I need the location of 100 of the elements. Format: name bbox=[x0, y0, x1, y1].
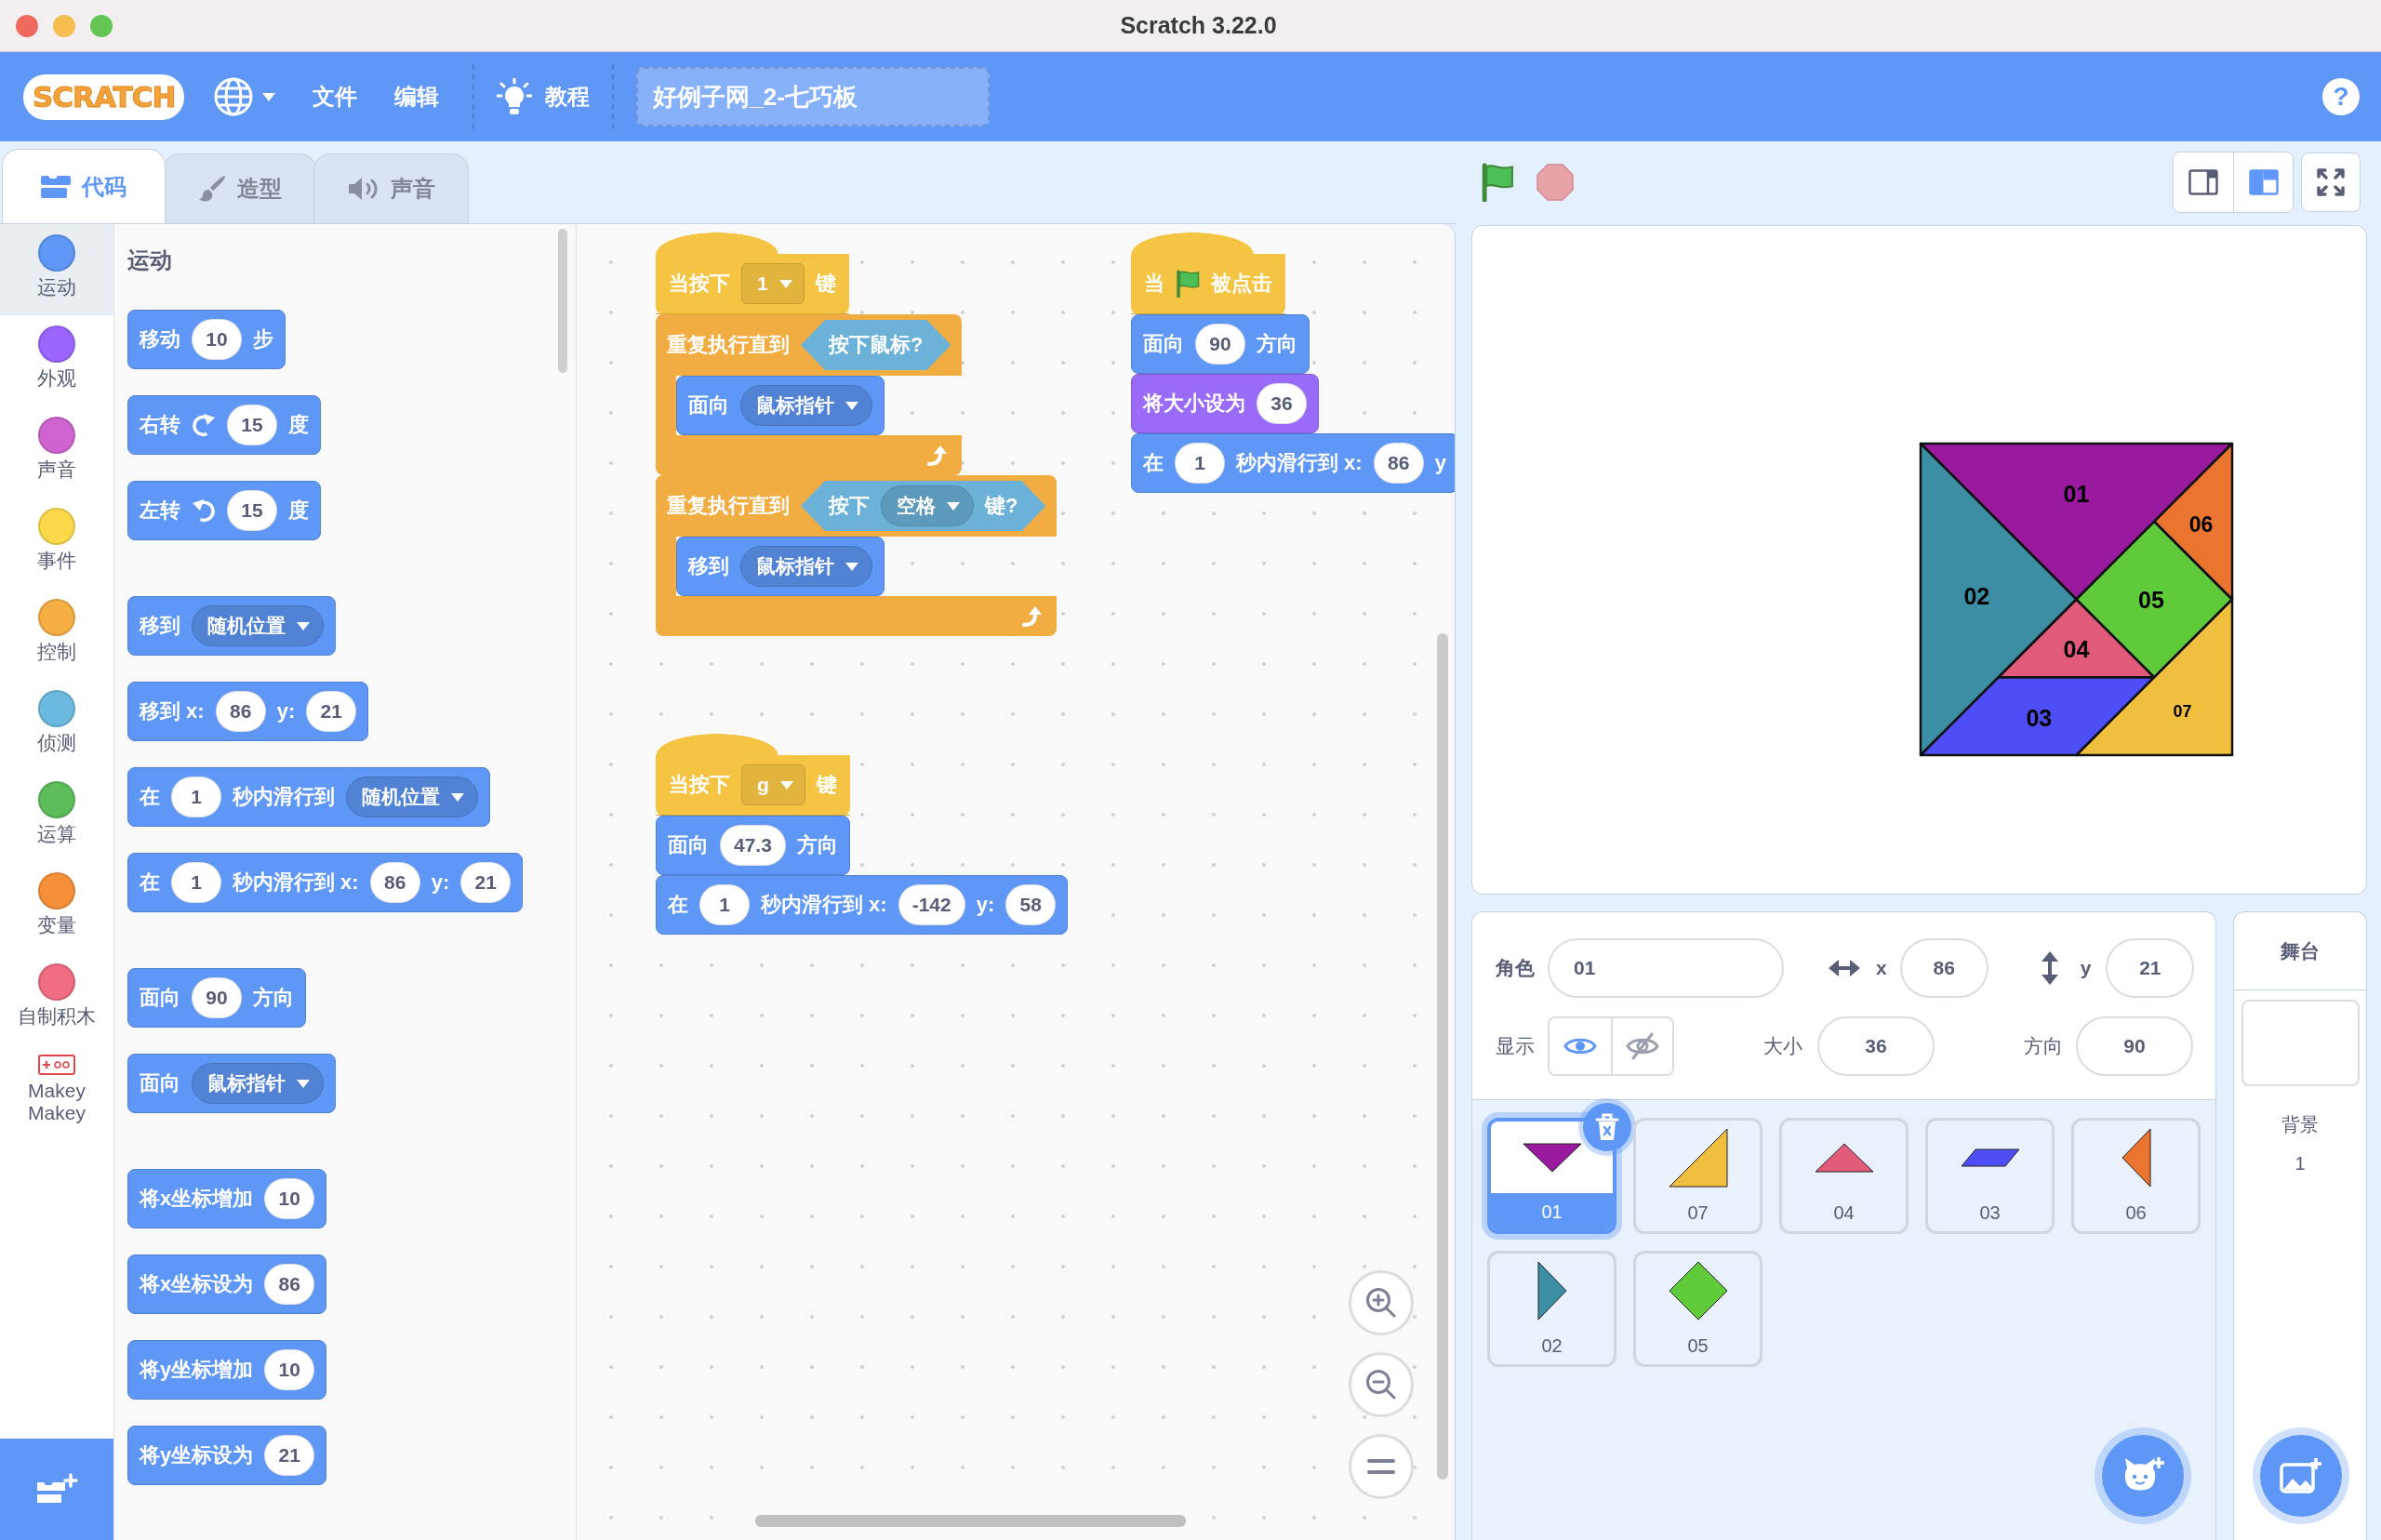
category-button[interactable]: 控制 bbox=[0, 589, 113, 680]
sprite-tile[interactable]: 02 bbox=[1487, 1251, 1616, 1367]
caret-icon bbox=[297, 1079, 310, 1088]
size-field[interactable]: 36 bbox=[1817, 1016, 1935, 1076]
category-button[interactable]: 侦测 bbox=[0, 680, 113, 771]
scrollbar-thumb[interactable] bbox=[558, 229, 567, 373]
number-input[interactable]: 86 bbox=[264, 1264, 315, 1305]
category-button[interactable]: 声音 bbox=[0, 406, 113, 498]
stack-block[interactable]: 移到 鼠标指针 bbox=[676, 537, 885, 596]
caret-icon bbox=[845, 562, 858, 571]
number-input[interactable]: 10 bbox=[192, 319, 242, 360]
normal-stage-icon bbox=[2248, 169, 2279, 195]
number-input[interactable]: 90 bbox=[1195, 324, 1245, 365]
x-field[interactable]: 86 bbox=[1899, 938, 1989, 998]
block-label: 秒内滑行到 x: bbox=[761, 893, 887, 917]
dropdown-input[interactable]: 随机位置 bbox=[192, 605, 324, 646]
number-input[interactable]: 86 bbox=[369, 862, 420, 903]
flag-button[interactable] bbox=[1481, 163, 1514, 202]
fullscreen-button[interactable] bbox=[2301, 153, 2361, 212]
number-input[interactable]: 10 bbox=[264, 1178, 315, 1219]
dropdown-input[interactable]: 鼠标指针 bbox=[192, 1063, 324, 1104]
delete-button[interactable] bbox=[1583, 1103, 1631, 1151]
stack-block[interactable]: 将y坐标设为 21 bbox=[127, 1426, 327, 1485]
normal-stage-button[interactable] bbox=[2233, 153, 2293, 212]
stack-block[interactable]: 在 1 秒内滑行到 x: 86 y: 21 bbox=[127, 853, 524, 912]
number-input[interactable]: 1 bbox=[1175, 443, 1225, 484]
number-input[interactable]: 58 bbox=[1005, 884, 1057, 925]
stack-block[interactable]: 在 1 秒内滑行到 x: 86 y bbox=[1131, 433, 1455, 493]
stack-block[interactable]: 在 1 秒内滑行到 x: -142 y: 58 bbox=[656, 875, 1069, 935]
stack-block[interactable]: 右转 15 度 bbox=[127, 395, 321, 455]
caret-icon bbox=[947, 501, 960, 511]
sprite-tile[interactable]: 06 bbox=[2071, 1118, 2201, 1234]
number-input[interactable]: 86 bbox=[1373, 443, 1424, 484]
hide-button[interactable] bbox=[1611, 1018, 1672, 1074]
stack-block[interactable]: 面向 鼠标指针 bbox=[127, 1054, 336, 1113]
number-input[interactable]: 1 bbox=[171, 862, 221, 903]
category-button[interactable]: 运算 bbox=[0, 771, 113, 862]
number-input[interactable]: -142 bbox=[898, 884, 965, 925]
number-input[interactable]: 86 bbox=[215, 691, 266, 732]
category-button[interactable]: Makey Makey bbox=[0, 1044, 113, 1135]
stop-icon bbox=[1536, 164, 1574, 201]
stack-block[interactable]: 将x坐标增加 10 bbox=[127, 1169, 327, 1228]
number-input[interactable]: 1 bbox=[171, 777, 221, 817]
block-label: 方向 bbox=[796, 833, 838, 857]
number-input[interactable]: 90 bbox=[192, 977, 242, 1018]
scrollbar-thumb[interactable] bbox=[1437, 633, 1448, 1480]
stack-block[interactable]: 左转 15 度 bbox=[127, 481, 321, 540]
category-button[interactable]: 运动 bbox=[0, 224, 113, 315]
scrollbar-thumb[interactable] bbox=[755, 1515, 1186, 1527]
stack-block[interactable]: 面向 90 方向 bbox=[1131, 314, 1310, 374]
sprite-name-field[interactable]: 01 bbox=[1548, 938, 1784, 998]
number-input[interactable]: 15 bbox=[227, 405, 277, 445]
sprite-tile[interactable]: 04 bbox=[1779, 1118, 1909, 1234]
number-input[interactable]: 1 bbox=[699, 884, 750, 925]
category-button[interactable]: 自制积木 bbox=[0, 953, 113, 1044]
dropdown-input[interactable]: 鼠标指针 bbox=[740, 385, 872, 426]
window-close-button[interactable] bbox=[16, 14, 38, 37]
stop-button[interactable] bbox=[1536, 164, 1574, 201]
language-button[interactable] bbox=[214, 77, 276, 116]
y-field[interactable]: 21 bbox=[2106, 938, 2195, 998]
sprite-tile[interactable]: 03 bbox=[1925, 1118, 2055, 1234]
stack-block[interactable]: 将y坐标增加 10 bbox=[127, 1340, 327, 1400]
stack-block[interactable]: 将大小设为 36 bbox=[1131, 374, 1319, 433]
loop-block[interactable]: 重复执行直到 按下鼠标? 面向 鼠标指针 bbox=[656, 314, 963, 475]
number-input[interactable]: 21 bbox=[264, 1435, 315, 1476]
add-backdrop-button[interactable] bbox=[2260, 1435, 2342, 1517]
stack-block[interactable]: 面向 47.3 方向 bbox=[656, 816, 850, 875]
rotate-left-icon bbox=[192, 498, 216, 523]
add-sprite-button[interactable] bbox=[2102, 1435, 2184, 1517]
category-button[interactable]: 事件 bbox=[0, 498, 113, 589]
category-button[interactable]: 外观 bbox=[0, 315, 113, 406]
number-input[interactable]: 10 bbox=[264, 1349, 315, 1390]
block-label: 度 bbox=[288, 413, 309, 437]
dropdown-input[interactable]: 随机位置 bbox=[346, 777, 478, 817]
category-button[interactable]: 变量 bbox=[0, 862, 113, 953]
stack-block[interactable]: 面向 鼠标指针 bbox=[676, 376, 885, 435]
field-label: x bbox=[1876, 956, 1887, 981]
number-input[interactable]: 21 bbox=[460, 862, 512, 903]
sprite-tile[interactable]: 07 bbox=[1633, 1118, 1762, 1234]
window-zoom-button[interactable] bbox=[90, 14, 113, 37]
number-input[interactable]: 36 bbox=[1257, 383, 1307, 424]
window-title: Scratch 3.22.0 bbox=[1120, 10, 1277, 40]
stack-block[interactable]: 将x坐标设为 86 bbox=[127, 1255, 327, 1314]
sprite-tile[interactable]: 05 bbox=[1633, 1251, 1762, 1367]
stack-block[interactable]: 在 1 秒内滑行到 随机位置 bbox=[127, 767, 490, 827]
block-label: 移动 bbox=[140, 327, 180, 352]
piece-label: 03 bbox=[2026, 704, 2053, 731]
dropdown-input[interactable]: 鼠标指针 bbox=[740, 546, 872, 587]
stack-block[interactable]: 移动 10 步 bbox=[127, 310, 286, 369]
number-input[interactable]: 47.3 bbox=[720, 825, 786, 866]
stack-block[interactable]: 面向 90 方向 bbox=[127, 968, 306, 1028]
number-input[interactable]: 21 bbox=[306, 691, 357, 732]
add-extension-button[interactable] bbox=[0, 1439, 113, 1540]
backdrop-thumbnail[interactable] bbox=[2241, 1000, 2360, 1086]
loop-block[interactable]: 重复执行直到 按下 空格 键? 移到 鼠标指针 bbox=[656, 475, 1057, 636]
window-minimize-button[interactable] bbox=[53, 14, 75, 37]
stack-block[interactable]: 移到 x: 86 y: 21 bbox=[127, 682, 369, 741]
number-input[interactable]: 15 bbox=[227, 490, 277, 531]
stack-block[interactable]: 移到 随机位置 bbox=[127, 596, 336, 656]
direction-field[interactable]: 90 bbox=[2076, 1016, 2193, 1076]
